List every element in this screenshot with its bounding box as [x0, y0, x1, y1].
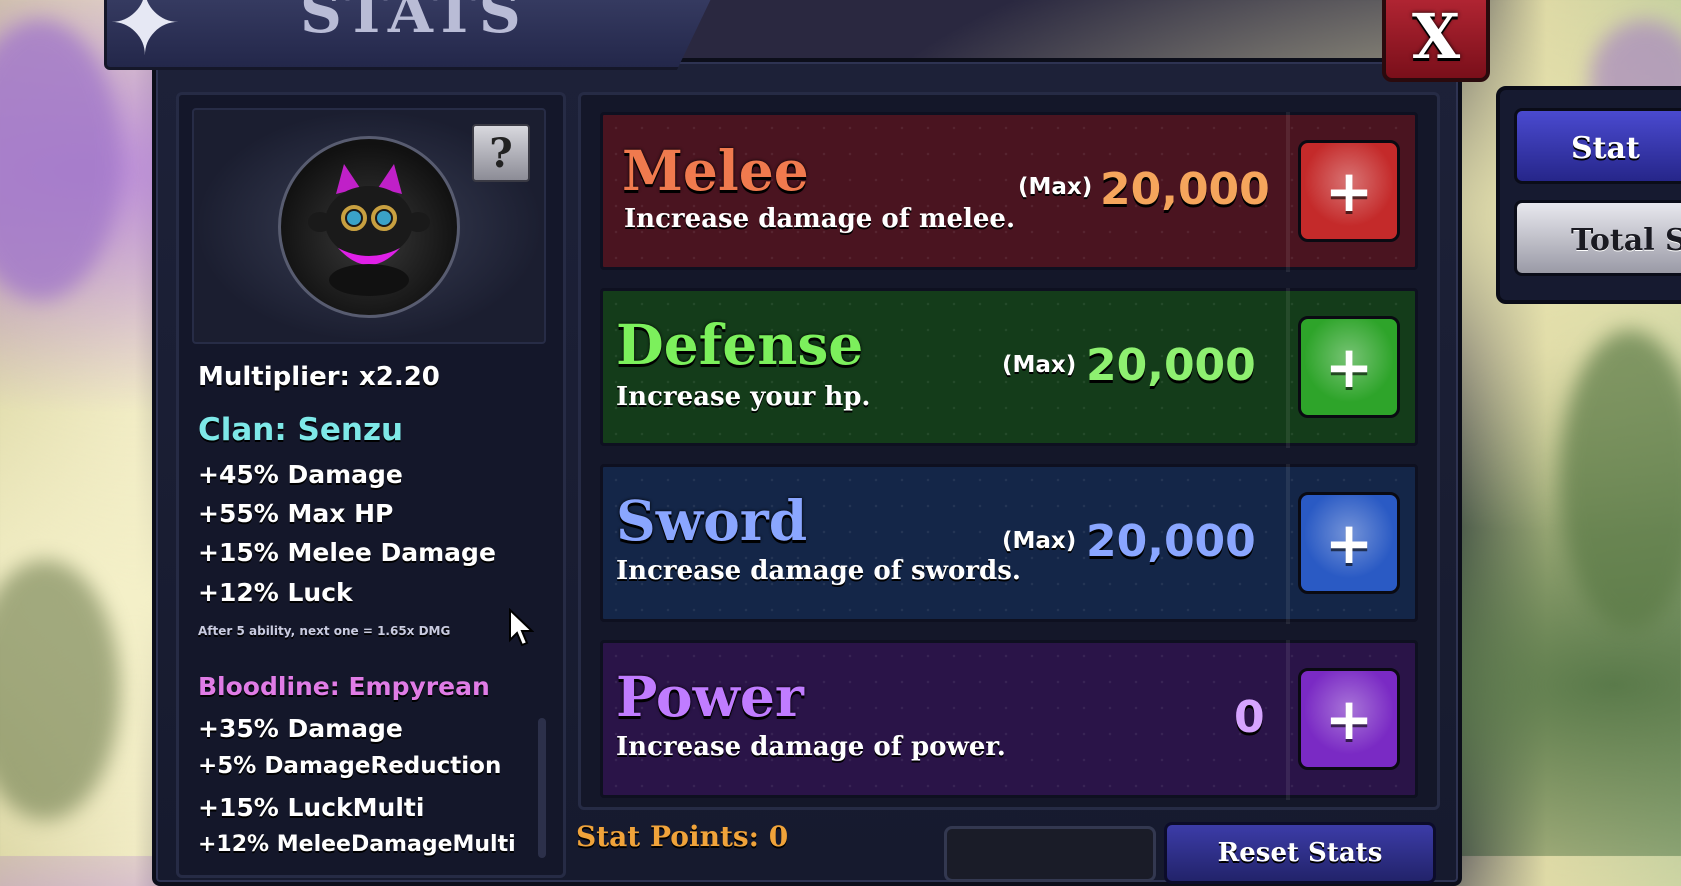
row-divider — [1286, 640, 1290, 800]
plus-icon: + — [1324, 685, 1374, 753]
add-power-button[interactable]: + — [1298, 668, 1400, 770]
avatar — [278, 136, 460, 318]
add-defense-button[interactable]: + — [1298, 316, 1400, 418]
clan-bonus: +45% Damage — [198, 460, 403, 489]
stat-description: Increase damage of swords. — [616, 556, 1021, 586]
stat-description: Increase damage of melee. — [624, 204, 1016, 234]
bloodline-bonus: +15% LuckMulti — [198, 793, 425, 822]
bloodline-bonus: +12% MeleeDamageMulti — [198, 832, 516, 857]
plus-icon: + — [1324, 509, 1374, 577]
close-button[interactable]: X — [1382, 0, 1490, 82]
bloodline-title: Bloodline: Empyrean — [198, 672, 490, 701]
character-icon — [308, 164, 430, 296]
star-icon: ✦ — [108, 0, 182, 75]
multiplier-text: Multiplier: x2.20 — [198, 362, 440, 392]
stat-description: Increase your hp. — [616, 382, 871, 412]
stat-value: 20,000 — [1100, 164, 1270, 215]
row-divider — [1286, 288, 1290, 448]
stat-description: Increase damage of power. — [616, 732, 1006, 762]
clan-bonus: +15% Melee Damage — [198, 538, 496, 567]
side-tab-total-stats[interactable]: Total S — [1514, 200, 1681, 276]
row-divider — [1286, 464, 1290, 624]
reset-stats-button[interactable]: Reset Stats — [1164, 822, 1436, 884]
stat-value: 20,000 — [1086, 516, 1256, 567]
stat-max-label: (Max) — [1002, 352, 1077, 378]
help-button[interactable]: ? — [472, 124, 530, 182]
stat-max-label: (Max) — [1002, 528, 1077, 554]
clan-bonus: +12% Luck — [198, 578, 353, 607]
row-divider — [1286, 112, 1290, 272]
stat-name: Power — [616, 664, 804, 729]
stat-max-label: (Max) — [1018, 174, 1093, 200]
background-foliage — [0, 20, 120, 300]
stat-name: Sword — [616, 488, 808, 553]
bottom-button[interactable] — [944, 826, 1156, 882]
window-title: STATS — [300, 0, 524, 46]
clan-bonus: +55% Max HP — [198, 499, 394, 528]
stat-name: Melee — [622, 138, 809, 203]
bloodline-bonus: +35% Damage — [198, 714, 403, 743]
plus-icon: + — [1324, 333, 1374, 401]
stat-name: Defense — [616, 312, 864, 377]
stat-value: 0 — [1234, 692, 1265, 743]
stat-points: Stat Points: 0 — [576, 820, 789, 853]
background-foliage — [0, 560, 120, 820]
scrollbar[interactable] — [538, 718, 546, 858]
background-foliage — [1560, 330, 1681, 630]
clan-note: After 5 ability, next one = 1.65x DMG — [198, 624, 451, 638]
side-tab-stats[interactable]: Stat — [1514, 108, 1681, 184]
bloodline-bonus: +5% DamageReduction — [198, 753, 502, 779]
clan-title: Clan: Senzu — [198, 412, 404, 448]
stat-value: 20,000 — [1086, 340, 1256, 391]
plus-icon: + — [1324, 157, 1374, 225]
add-sword-button[interactable]: + — [1298, 492, 1400, 594]
mouse-cursor-icon — [509, 608, 534, 647]
add-melee-button[interactable]: + — [1298, 140, 1400, 242]
